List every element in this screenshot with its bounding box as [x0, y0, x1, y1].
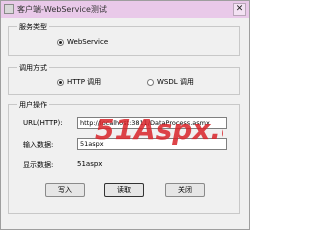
radio-wsdl[interactable]: WSDL 调用 [147, 77, 194, 87]
app-window: 客户端-WebService测试 ✕ 服务类型 WebService 调用方式 … [0, 0, 250, 230]
service-type-group: 服务类型 WebService [8, 22, 240, 56]
title-bar[interactable]: 客户端-WebService测试 ✕ [1, 1, 249, 18]
input-data-field[interactable]: 51aspx [77, 138, 227, 150]
url-label: URL(HTTP): [23, 119, 63, 127]
close-window-button[interactable]: ✕ [233, 3, 246, 16]
call-mode-legend: 调用方式 [17, 63, 49, 73]
radio-webservice[interactable]: WebService [57, 38, 108, 46]
read-button[interactable]: 读取 [104, 183, 144, 197]
close-button[interactable]: 关闭 [165, 183, 205, 197]
radio-http-label: HTTP 调用 [67, 78, 102, 86]
url-input[interactable]: http://localhost:3811/DataProcess.asmx [77, 117, 227, 129]
display-data-label: 显示数据: [23, 161, 54, 169]
service-type-legend: 服务类型 [17, 22, 49, 32]
write-button[interactable]: 写入 [45, 183, 85, 197]
call-mode-group: 调用方式 HTTP 调用 WSDL 调用 [8, 63, 240, 95]
radio-wsdl-dot[interactable] [147, 78, 154, 86]
radio-http[interactable]: HTTP 调用 [57, 77, 101, 87]
user-ops-legend: 用户操作 [17, 100, 49, 110]
radio-webservice-dot[interactable] [57, 38, 64, 46]
input-data-label: 输入数据: [23, 141, 54, 149]
app-icon [4, 4, 14, 14]
user-ops-group: 用户操作 URL(HTTP): http://localhost:3811/Da… [8, 100, 240, 214]
display-data-value: 51aspx [77, 160, 103, 168]
window-title: 客户端-WebService测试 [17, 5, 107, 14]
radio-http-dot[interactable] [57, 78, 64, 86]
radio-webservice-label: WebService [67, 38, 109, 46]
radio-wsdl-label: WSDL 调用 [157, 78, 194, 86]
